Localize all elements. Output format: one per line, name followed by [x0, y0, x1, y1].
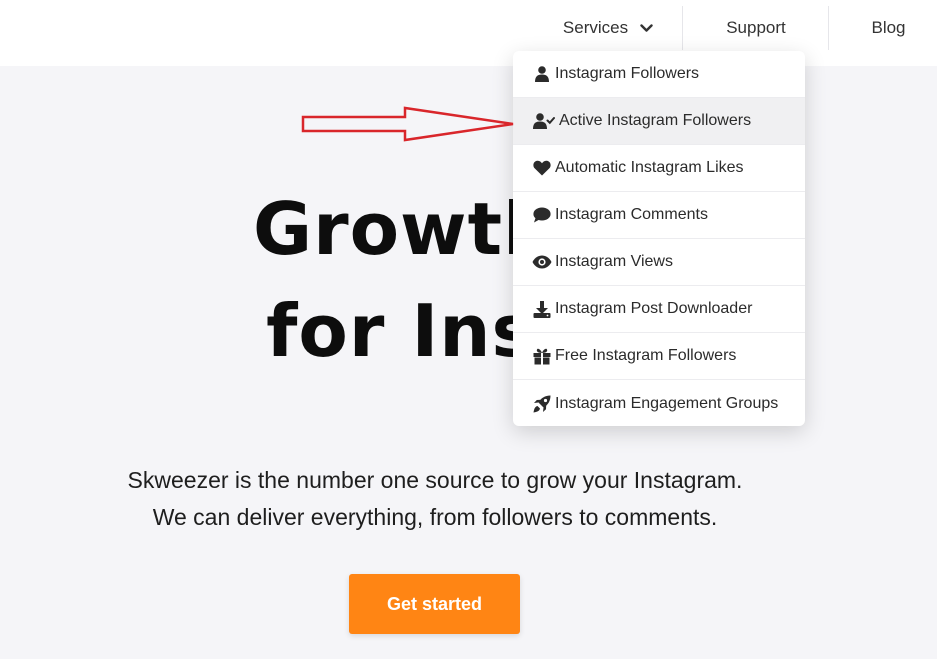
dropdown-item-instagram-engagement-groups[interactable]: Instagram Engagement Groups: [513, 380, 805, 426]
annotation-arrow: [301, 106, 514, 142]
services-dropdown-menu: Instagram Followers Active Instagram Fol…: [513, 51, 805, 426]
nav-blog-label: Blog: [871, 18, 906, 37]
nav-support-label: Support: [726, 18, 786, 37]
dropdown-item-label: Automatic Instagram Likes: [555, 159, 744, 176]
get-started-button[interactable]: Get started: [349, 574, 520, 634]
gift-icon: [532, 347, 552, 365]
user-check-icon: [532, 112, 556, 130]
dropdown-item-label: Instagram Engagement Groups: [555, 394, 779, 412]
rocket-icon: [532, 395, 552, 413]
dropdown-item-instagram-comments[interactable]: Instagram Comments: [513, 192, 805, 239]
dropdown-item-label: Instagram Post Downloader: [555, 300, 753, 317]
user-icon: [532, 65, 552, 83]
dropdown-item-label: Instagram Views: [555, 253, 673, 270]
nav-services[interactable]: Services: [535, 0, 681, 56]
dropdown-item-label: Active Instagram Followers: [559, 112, 752, 129]
dropdown-item-instagram-views[interactable]: Instagram Views: [513, 239, 805, 286]
hero-subtitle: Skweezer is the number one source to gro…: [0, 462, 870, 536]
dropdown-item-active-instagram-followers[interactable]: Active Instagram Followers: [513, 98, 805, 145]
dropdown-item-instagram-followers[interactable]: Instagram Followers: [513, 51, 805, 98]
dropdown-item-automatic-instagram-likes[interactable]: Automatic Instagram Likes: [513, 145, 805, 192]
hero-subtitle-line2: We can deliver everything, from follower…: [152, 504, 718, 530]
download-icon: [532, 300, 552, 318]
dropdown-item-label: Instagram Followers: [555, 65, 700, 82]
dropdown-item-label: Free Instagram Followers: [555, 347, 737, 364]
dropdown-item-free-instagram-followers[interactable]: Free Instagram Followers: [513, 333, 805, 380]
heart-icon: [532, 159, 552, 177]
nav-services-label: Services: [562, 18, 629, 37]
dropdown-item-label: Instagram Comments: [555, 206, 708, 223]
nav-blog[interactable]: Blog: [830, 0, 937, 56]
hero-subtitle-line1: Skweezer is the number one source to gro…: [127, 467, 743, 493]
chevron-down-icon: [640, 23, 653, 33]
eye-icon: [532, 253, 552, 271]
dropdown-item-instagram-post-downloader[interactable]: Instagram Post Downloader: [513, 286, 805, 333]
get-started-label: Get started: [386, 593, 483, 614]
comment-icon: [532, 206, 552, 224]
nav-support[interactable]: Support: [683, 0, 829, 56]
nav-divider: [828, 6, 829, 50]
